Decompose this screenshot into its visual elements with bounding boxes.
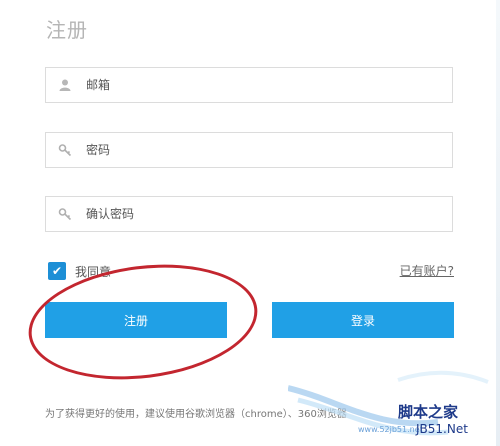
user-icon bbox=[59, 79, 71, 91]
email-input[interactable] bbox=[86, 78, 452, 92]
watermark-text: 脚本之家 bbox=[398, 403, 459, 421]
agree-row: ✔ 我同意 bbox=[48, 262, 111, 280]
watermark-jb: JB51.Net bbox=[416, 422, 468, 436]
have-account-link[interactable]: 已有账户? bbox=[400, 262, 454, 279]
email-field[interactable] bbox=[45, 67, 453, 103]
password-input[interactable] bbox=[86, 143, 452, 157]
page-title: 注册 bbox=[46, 18, 88, 42]
watermark-url: www.52jb51.net bbox=[358, 425, 423, 434]
check-icon: ✔ bbox=[51, 264, 63, 278]
browser-note: 为了获得更好的使用，建议使用谷歌浏览器（chrome）、360浏览器 bbox=[45, 409, 347, 420]
confirm-password-input[interactable] bbox=[86, 207, 452, 221]
agree-label: 我同意 bbox=[75, 264, 112, 279]
key-icon bbox=[58, 144, 72, 157]
password-field[interactable] bbox=[45, 132, 453, 168]
register-button[interactable]: 注册 bbox=[45, 302, 227, 338]
confirm-password-field[interactable] bbox=[45, 196, 453, 232]
key-icon bbox=[58, 208, 72, 221]
login-button[interactable]: 登录 bbox=[272, 302, 454, 338]
right-edge bbox=[496, 0, 500, 446]
agree-checkbox[interactable]: ✔ bbox=[48, 262, 66, 280]
